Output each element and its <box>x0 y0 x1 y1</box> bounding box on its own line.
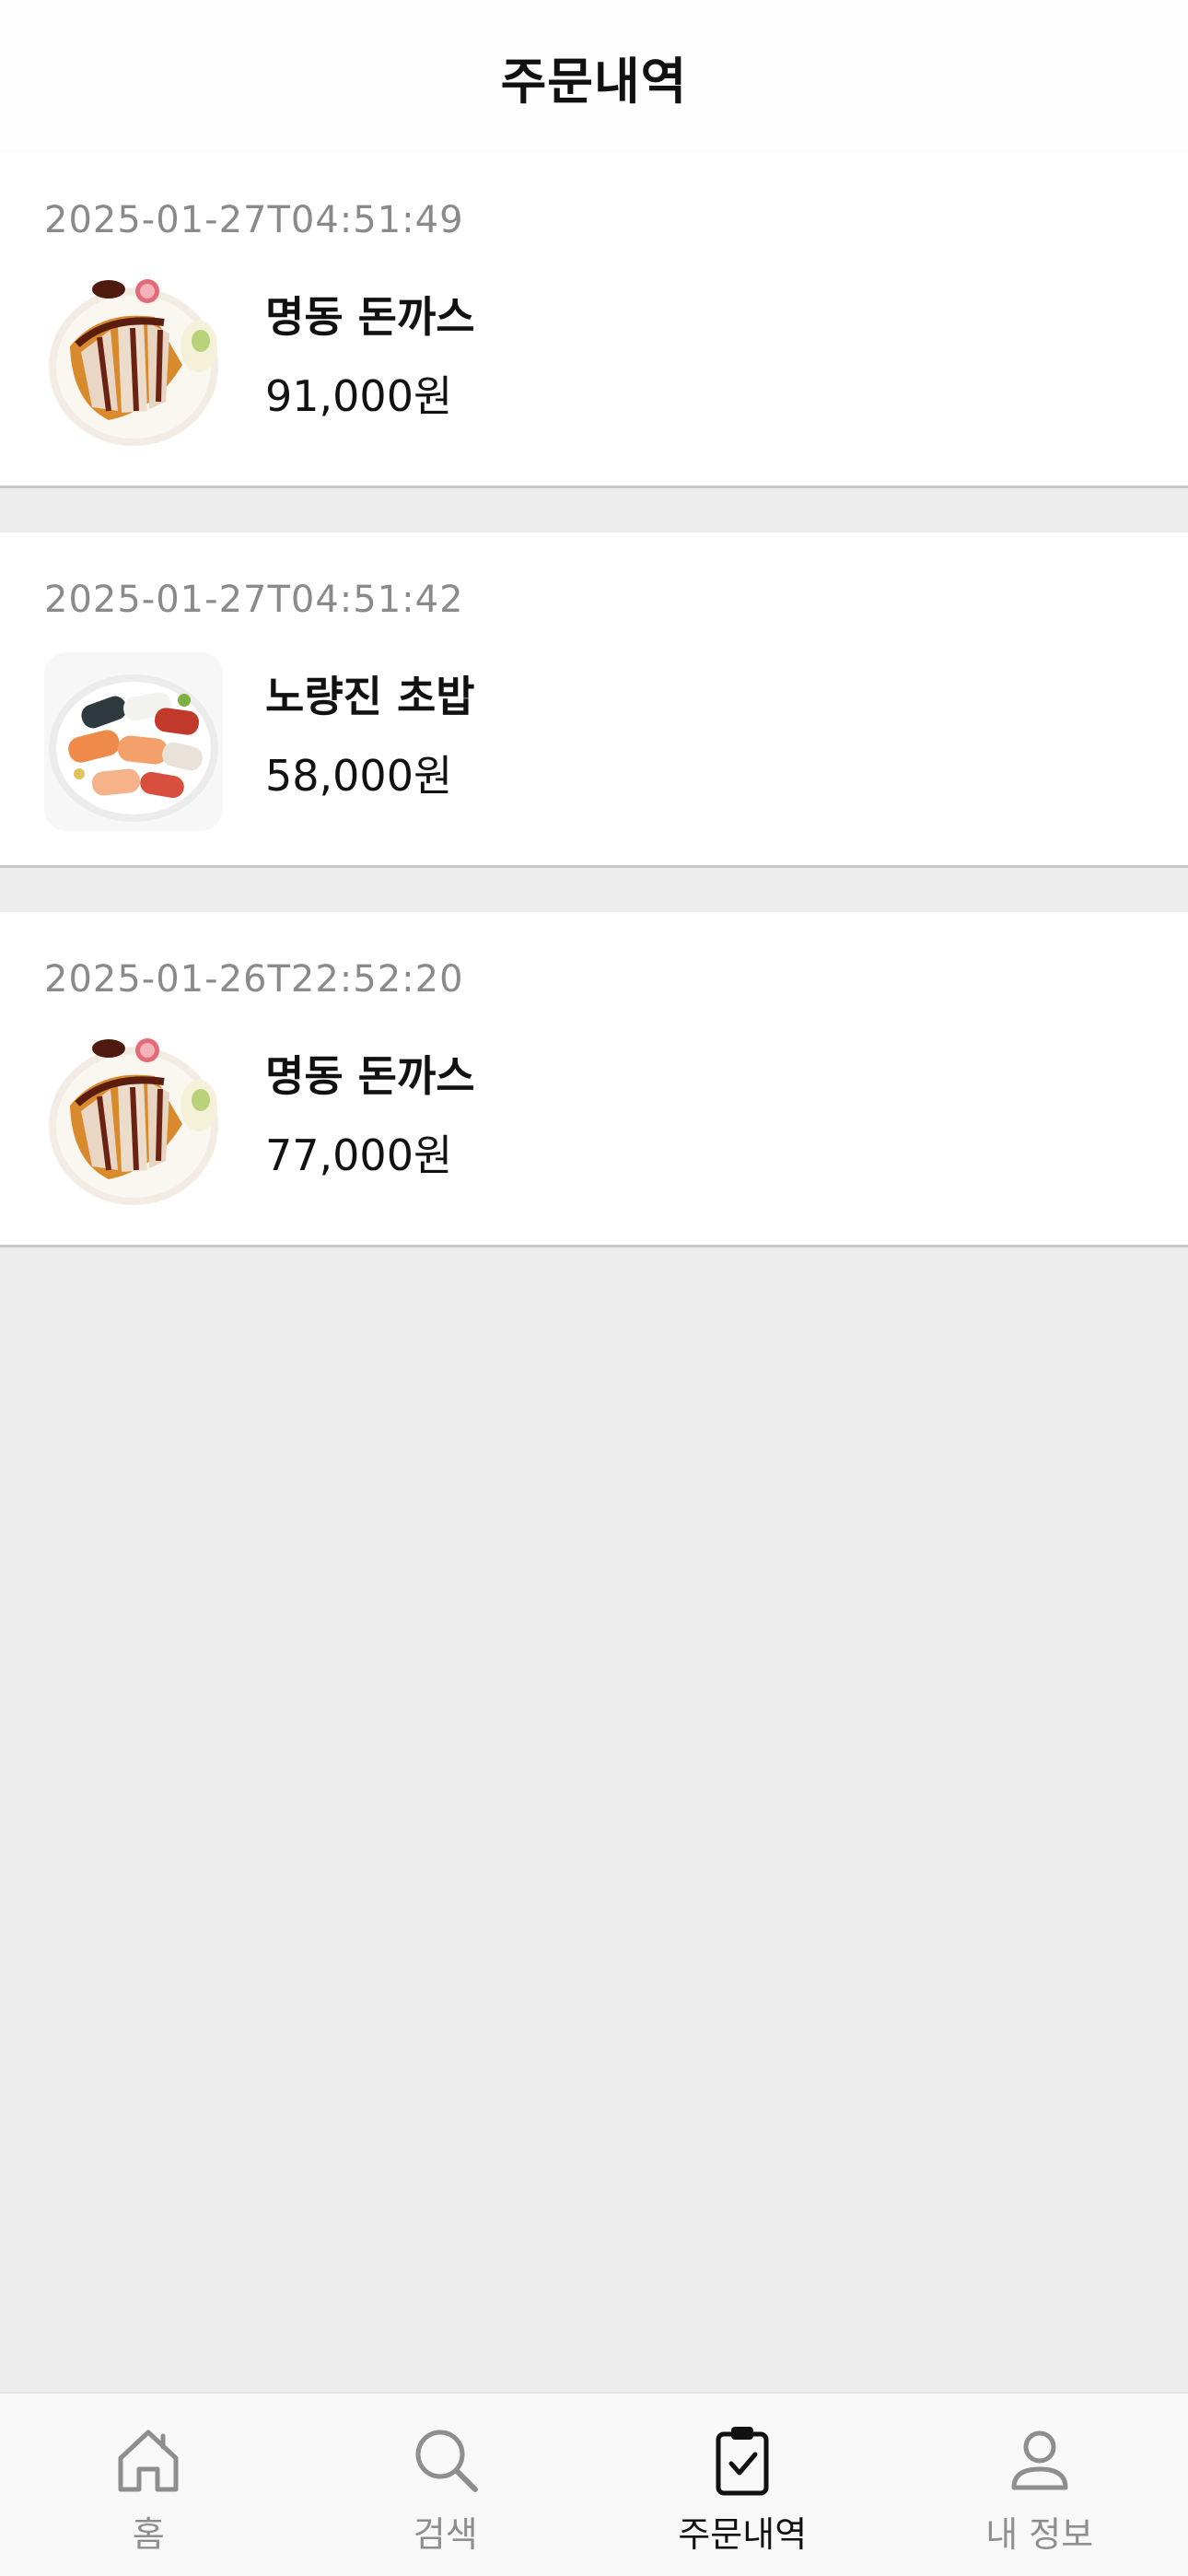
tab-orders[interactable]: 주문내역 <box>594 2394 891 2576</box>
bottom-tab-bar: 홈 검색 주문내역 내 정보 <box>0 2392 1188 2576</box>
order-history-screen: 주문내역 2025-01-27T04:51:49 명동 돈까스 91,000원 … <box>0 0 1188 2576</box>
tab-search[interactable]: 검색 <box>297 2394 595 2576</box>
order-price: 77,000원 <box>265 1130 453 1180</box>
clipboard-check-icon <box>705 2423 779 2497</box>
tab-label: 홈 <box>132 2514 165 2555</box>
order-list: 2025-01-27T04:51:49 명동 돈까스 91,000원 2025-… <box>0 153 1188 1292</box>
order-menu-name: 명동 돈까스 <box>265 1051 475 1101</box>
tab-label: 내 정보 <box>985 2514 1094 2555</box>
tab-label: 주문내역 <box>678 2514 808 2555</box>
order-menu-name: 명동 돈까스 <box>265 292 475 342</box>
order-price: 91,000원 <box>265 371 453 421</box>
order-date: 2025-01-27T04:51:49 <box>44 199 464 241</box>
order-date: 2025-01-27T04:51:42 <box>44 579 464 621</box>
home-icon <box>111 2423 185 2497</box>
search-icon <box>409 2423 483 2497</box>
order-menu-name: 노량진 초밥 <box>265 672 475 721</box>
order-date: 2025-01-26T22:52:20 <box>44 958 464 1001</box>
tonkatsu-image <box>44 273 223 451</box>
order-price: 58,000원 <box>265 751 453 801</box>
order-card[interactable]: 2025-01-26T22:52:20 명동 돈까스 77,000원 <box>0 912 1188 1247</box>
person-icon <box>1003 2423 1077 2497</box>
tab-my-info[interactable]: 내 정보 <box>891 2394 1188 2576</box>
tab-home[interactable]: 홈 <box>0 2394 297 2576</box>
tab-label: 검색 <box>413 2514 478 2555</box>
sushi-image <box>44 652 223 831</box>
order-card[interactable]: 2025-01-27T04:51:49 명동 돈까스 91,000원 <box>0 153 1188 488</box>
page-title: 주문내역 <box>500 52 688 111</box>
order-card[interactable]: 2025-01-27T04:51:42 노량진 초밥 58,000원 <box>0 533 1188 868</box>
header: 주문내역 <box>0 0 1188 153</box>
tonkatsu-image <box>44 1032 223 1211</box>
